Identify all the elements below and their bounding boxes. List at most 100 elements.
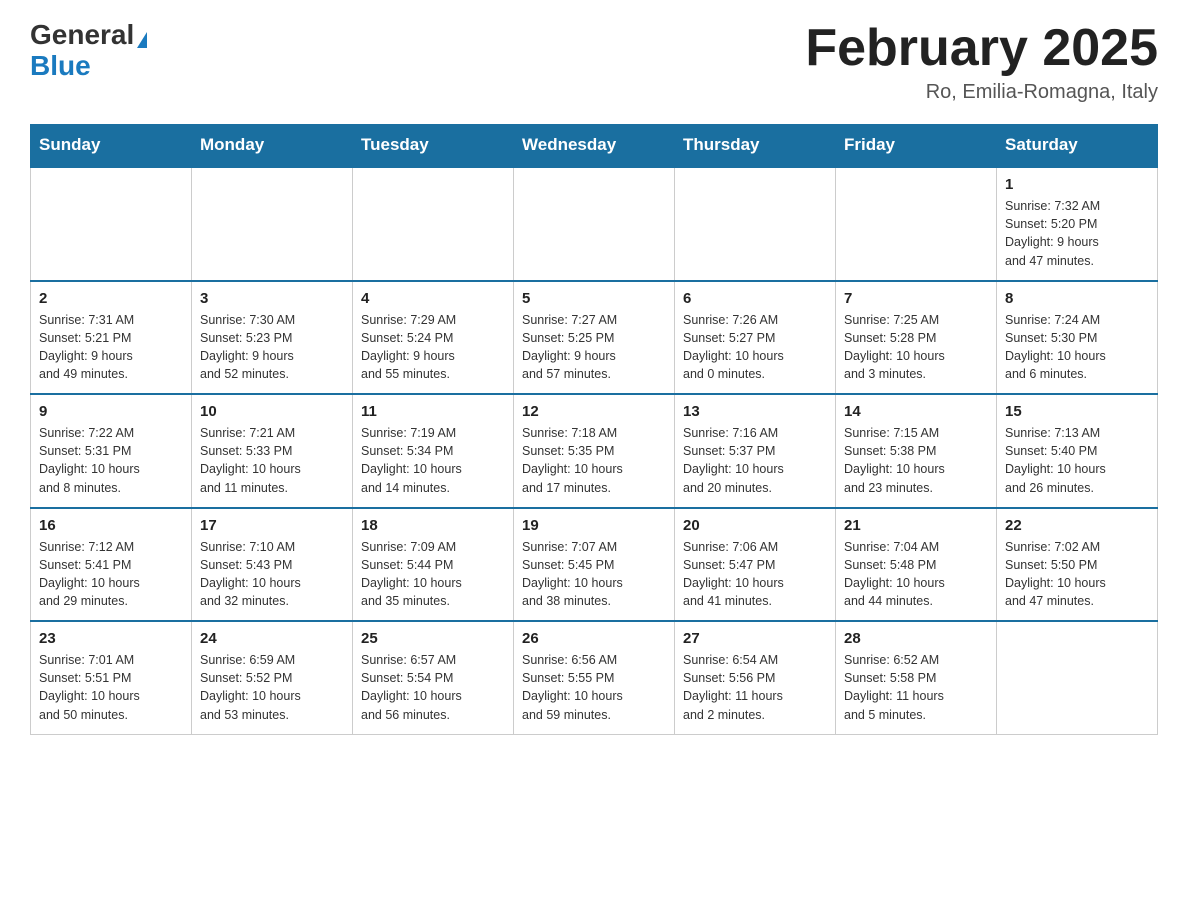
day-info: Sunrise: 7:13 AM Sunset: 5:40 PM Dayligh… (1005, 424, 1149, 497)
day-number: 2 (39, 290, 183, 307)
calendar-cell: 16Sunrise: 7:12 AM Sunset: 5:41 PM Dayli… (31, 508, 192, 622)
day-number: 17 (200, 517, 344, 534)
calendar-cell: 23 Sunrise: 7:01 AM Sunset: 5:51 PM Dayli… (31, 621, 192, 734)
location-text: Ro, Emilia-Romagna, Italy (805, 81, 1158, 104)
calendar-cell (997, 621, 1158, 734)
calendar-cell (192, 167, 353, 281)
day-info: Sunrise: 7:27 AM Sunset: 5:25 PM Dayligh… (522, 311, 666, 384)
day-number: 28 (844, 630, 988, 647)
day-info: Sunrise: 7:32 AM Sunset: 5:20 PM Dayligh… (1005, 197, 1149, 270)
calendar-cell: 14 Sunrise: 7:15 AM Sunset: 5:38 PM Dayli… (836, 394, 997, 508)
day-info: Sunrise: 6:52 AM Sunset: 5:58 PM Dayligh… (844, 651, 988, 724)
day-info: Sunrise: 7:04 AM Sunset: 5:48 PM Dayligh… (844, 538, 988, 611)
day-number: 8 (1005, 290, 1149, 307)
column-header-tuesday: Tuesday (353, 125, 514, 167)
calendar-cell: 26Sunrise: 6:56 AM Sunset: 5:55 PM Dayli… (514, 621, 675, 734)
calendar-cell: 7 Sunrise: 7:25 AM Sunset: 5:28 PM Daylig… (836, 281, 997, 395)
calendar-cell (514, 167, 675, 281)
calendar-cell: 12 Sunrise: 7:18 AM Sunset: 5:35 PM Dayli… (514, 394, 675, 508)
day-info: Sunrise: 7:01 AM Sunset: 5:51 PM Dayligh… (39, 651, 183, 724)
calendar-cell: 17 Sunrise: 7:10 AM Sunset: 5:43 PM Dayli… (192, 508, 353, 622)
calendar-cell: 22 Sunrise: 7:02 AM Sunset: 5:50 PM Dayli… (997, 508, 1158, 622)
calendar-cell: 11 Sunrise: 7:19 AM Sunset: 5:34 PM Dayli… (353, 394, 514, 508)
calendar-table: SundayMondayTuesdayWednesdayThursdayFrid… (30, 124, 1158, 735)
day-info: Sunrise: 7:12 AM Sunset: 5:41 PM Dayligh… (39, 538, 183, 611)
day-number: 20 (683, 517, 827, 534)
day-info: Sunrise: 7:22 AM Sunset: 5:31 PM Dayligh… (39, 424, 183, 497)
day-number: 9 (39, 403, 183, 420)
calendar-week-row: 23 Sunrise: 7:01 AM Sunset: 5:51 PM Dayli… (31, 621, 1158, 734)
day-info: Sunrise: 7:15 AM Sunset: 5:38 PM Dayligh… (844, 424, 988, 497)
calendar-cell: 19 Sunrise: 7:07 AM Sunset: 5:45 PM Dayli… (514, 508, 675, 622)
day-info: Sunrise: 7:18 AM Sunset: 5:35 PM Dayligh… (522, 424, 666, 497)
month-title: February 2025 (805, 20, 1158, 77)
day-number: 23 (39, 630, 183, 647)
day-number: 21 (844, 517, 988, 534)
day-info: Sunrise: 7:29 AM Sunset: 5:24 PM Dayligh… (361, 311, 505, 384)
calendar-cell: 5 Sunrise: 7:27 AM Sunset: 5:25 PM Daylig… (514, 281, 675, 395)
day-number: 19 (522, 517, 666, 534)
calendar-week-row: 16Sunrise: 7:12 AM Sunset: 5:41 PM Dayli… (31, 508, 1158, 622)
calendar-cell (836, 167, 997, 281)
logo-triangle-icon (137, 32, 147, 48)
calendar-cell: 28 Sunrise: 6:52 AM Sunset: 5:58 PM Dayli… (836, 621, 997, 734)
day-info: Sunrise: 7:10 AM Sunset: 5:43 PM Dayligh… (200, 538, 344, 611)
day-info: Sunrise: 7:16 AM Sunset: 5:37 PM Dayligh… (683, 424, 827, 497)
calendar-cell: 1 Sunrise: 7:32 AM Sunset: 5:20 PM Daylig… (997, 167, 1158, 281)
column-header-sunday: Sunday (31, 125, 192, 167)
day-info: Sunrise: 7:19 AM Sunset: 5:34 PM Dayligh… (361, 424, 505, 497)
day-info: Sunrise: 7:06 AM Sunset: 5:47 PM Dayligh… (683, 538, 827, 611)
day-number: 6 (683, 290, 827, 307)
day-info: Sunrise: 6:54 AM Sunset: 5:56 PM Dayligh… (683, 651, 827, 724)
day-number: 27 (683, 630, 827, 647)
calendar-cell (675, 167, 836, 281)
calendar-cell (353, 167, 514, 281)
logo: General Blue (30, 20, 147, 82)
day-number: 24 (200, 630, 344, 647)
calendar-cell: 20 Sunrise: 7:06 AM Sunset: 5:47 PM Dayli… (675, 508, 836, 622)
day-number: 7 (844, 290, 988, 307)
page-header: General Blue February 2025 Ro, Emilia-Ro… (30, 20, 1158, 104)
calendar-week-row: 1 Sunrise: 7:32 AM Sunset: 5:20 PM Daylig… (31, 167, 1158, 281)
logo-line1: General (30, 20, 147, 51)
logo-blue-text: Blue (30, 50, 91, 81)
calendar-cell: 24Sunrise: 6:59 AM Sunset: 5:52 PM Dayli… (192, 621, 353, 734)
day-info: Sunrise: 6:57 AM Sunset: 5:54 PM Dayligh… (361, 651, 505, 724)
day-number: 11 (361, 403, 505, 420)
day-info: Sunrise: 7:25 AM Sunset: 5:28 PM Dayligh… (844, 311, 988, 384)
column-header-monday: Monday (192, 125, 353, 167)
column-header-thursday: Thursday (675, 125, 836, 167)
calendar-header-row: SundayMondayTuesdayWednesdayThursdayFrid… (31, 125, 1158, 167)
day-info: Sunrise: 7:07 AM Sunset: 5:45 PM Dayligh… (522, 538, 666, 611)
day-number: 5 (522, 290, 666, 307)
day-number: 22 (1005, 517, 1149, 534)
day-info: Sunrise: 7:24 AM Sunset: 5:30 PM Dayligh… (1005, 311, 1149, 384)
column-header-saturday: Saturday (997, 125, 1158, 167)
day-number: 10 (200, 403, 344, 420)
day-number: 18 (361, 517, 505, 534)
day-number: 14 (844, 403, 988, 420)
calendar-cell: 6 Sunrise: 7:26 AM Sunset: 5:27 PM Daylig… (675, 281, 836, 395)
calendar-cell: 25 Sunrise: 6:57 AM Sunset: 5:54 PM Dayli… (353, 621, 514, 734)
calendar-cell: 27 Sunrise: 6:54 AM Sunset: 5:56 PM Dayli… (675, 621, 836, 734)
day-info: Sunrise: 7:31 AM Sunset: 5:21 PM Dayligh… (39, 311, 183, 384)
day-number: 1 (1005, 176, 1149, 193)
day-number: 3 (200, 290, 344, 307)
day-info: Sunrise: 7:26 AM Sunset: 5:27 PM Dayligh… (683, 311, 827, 384)
calendar-cell: 13 Sunrise: 7:16 AM Sunset: 5:37 PM Dayli… (675, 394, 836, 508)
day-number: 25 (361, 630, 505, 647)
column-header-friday: Friday (836, 125, 997, 167)
calendar-cell: 8 Sunrise: 7:24 AM Sunset: 5:30 PM Daylig… (997, 281, 1158, 395)
day-number: 15 (1005, 403, 1149, 420)
calendar-week-row: 9 Sunrise: 7:22 AM Sunset: 5:31 PM Daylig… (31, 394, 1158, 508)
column-header-wednesday: Wednesday (514, 125, 675, 167)
calendar-cell: 4Sunrise: 7:29 AM Sunset: 5:24 PM Daylig… (353, 281, 514, 395)
calendar-cell: 9 Sunrise: 7:22 AM Sunset: 5:31 PM Daylig… (31, 394, 192, 508)
day-number: 12 (522, 403, 666, 420)
day-info: Sunrise: 7:02 AM Sunset: 5:50 PM Dayligh… (1005, 538, 1149, 611)
calendar-cell: 21 Sunrise: 7:04 AM Sunset: 5:48 PM Dayli… (836, 508, 997, 622)
day-number: 26 (522, 630, 666, 647)
day-info: Sunrise: 7:09 AM Sunset: 5:44 PM Dayligh… (361, 538, 505, 611)
calendar-cell (31, 167, 192, 281)
day-number: 13 (683, 403, 827, 420)
